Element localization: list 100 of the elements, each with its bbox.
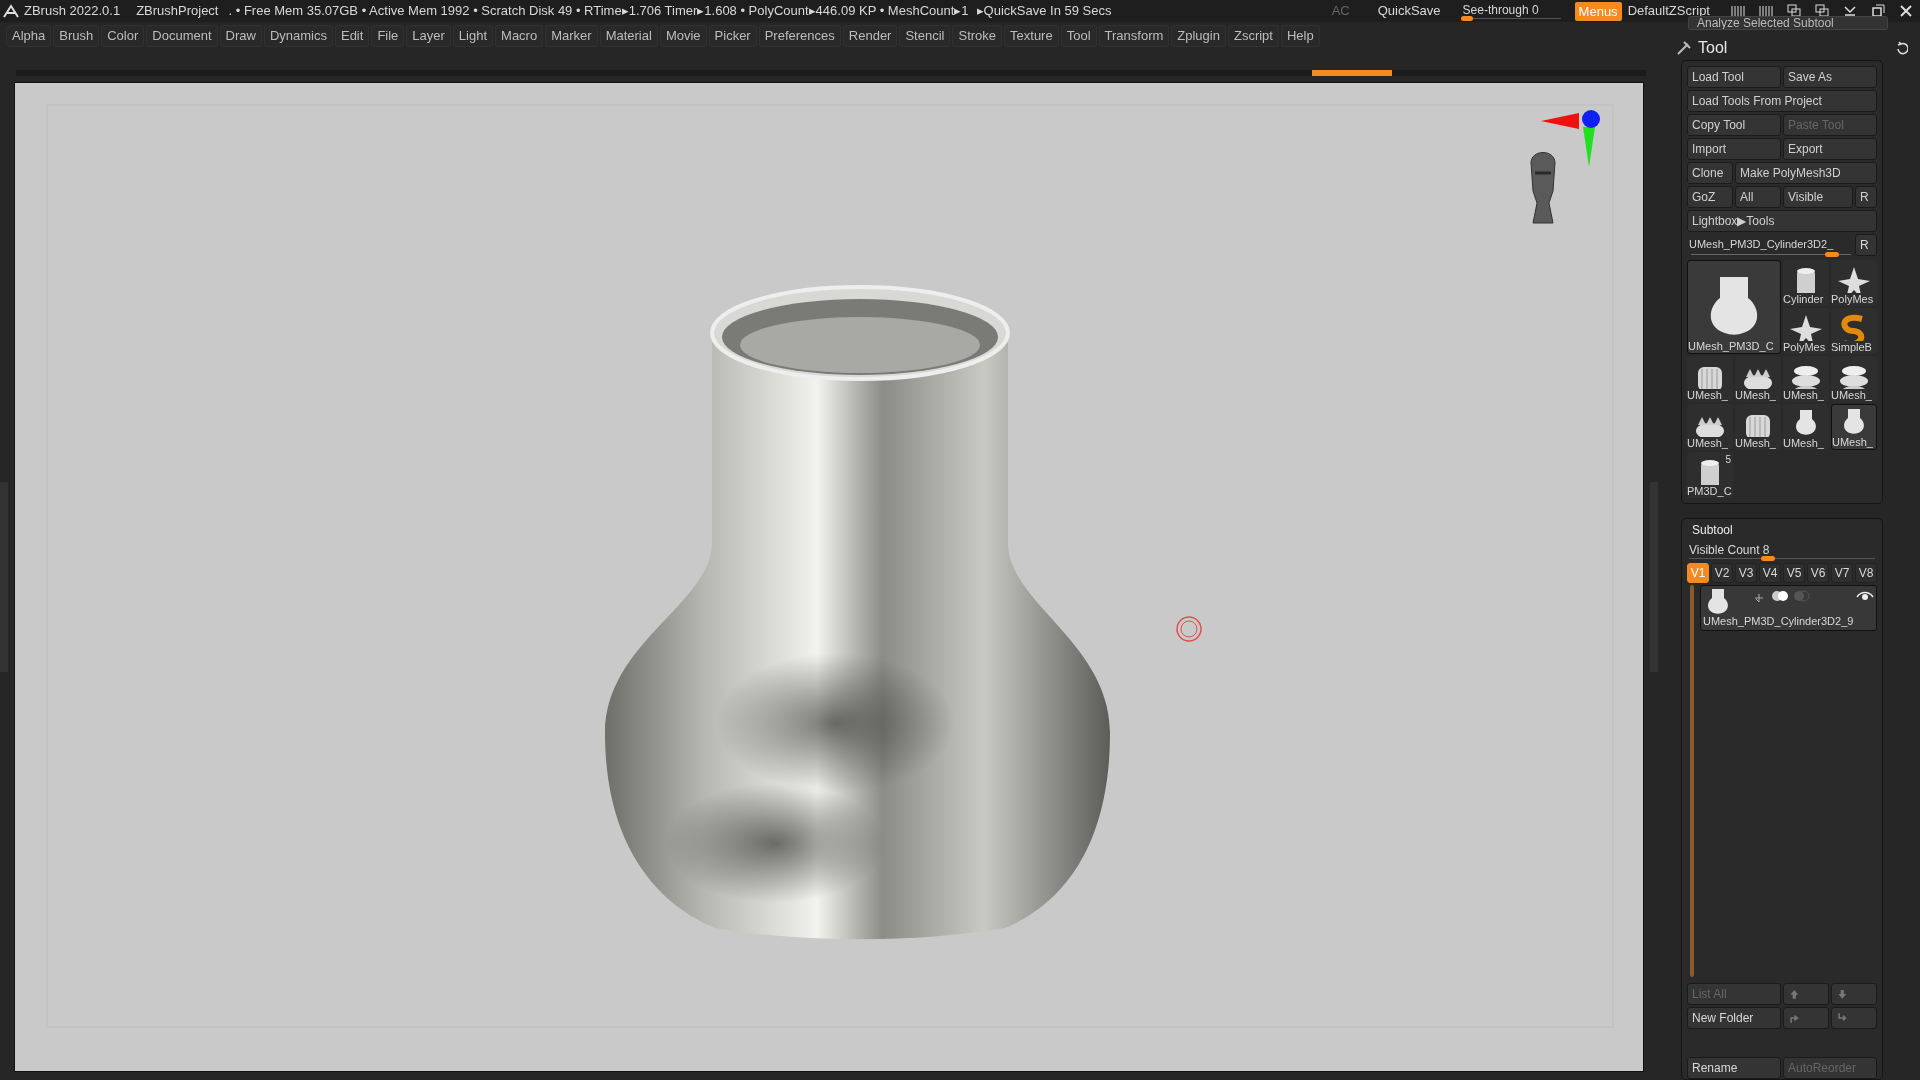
tool-thumbnail[interactable]: Cylinder xyxy=(1783,260,1829,306)
menu-item[interactable]: Brush xyxy=(53,25,100,47)
menu-item[interactable]: Help xyxy=(1280,25,1320,47)
tool-button[interactable]: R xyxy=(1855,186,1877,208)
menu-item[interactable]: Texture xyxy=(1004,25,1059,47)
windows-icon[interactable] xyxy=(1814,3,1830,19)
quicksave-timer: ▸QuickSave In 59 Secs xyxy=(976,2,1112,21)
menu-item[interactable]: Stencil xyxy=(899,25,951,47)
menu-item[interactable]: Zscript xyxy=(1227,25,1279,47)
tool-thumbnail[interactable]: PolyMes xyxy=(1831,260,1877,306)
menu-item[interactable]: File xyxy=(371,25,405,47)
menu-item[interactable]: Material xyxy=(599,25,658,47)
tool-button[interactable]: Clone xyxy=(1687,162,1733,184)
subtool-item[interactable]: UMesh_PM3D_Cylinder3D2_9 xyxy=(1700,585,1877,631)
memory-stats: . • Free Mem 35.07GB • Active Mem 1992 • Scratch Disk 49 • RTime▸1.706 Timer▸1.608 • PolyCount▸446.09 KP • MeshCount▸1 xyxy=(228,2,969,21)
thumbnail-label: Cylinder xyxy=(1783,293,1825,306)
tray-bar[interactable] xyxy=(16,70,1646,76)
tool-thumbnail[interactable]: SimpleB xyxy=(1831,308,1877,354)
rename-button[interactable]: Rename xyxy=(1687,1057,1781,1079)
tool-button[interactable]: GoZ xyxy=(1687,186,1733,208)
thumbnail-label: UMesh_ xyxy=(1783,437,1825,450)
subtool-scrollbar[interactable] xyxy=(1690,585,1694,977)
thumbnail-label: UMesh_ xyxy=(1783,389,1825,402)
menu-item[interactable]: Light xyxy=(452,25,494,47)
toggle-icon[interactable] xyxy=(1771,590,1789,602)
menu-item[interactable]: Picker xyxy=(708,25,757,47)
tool-button[interactable]: Export xyxy=(1783,138,1877,160)
tool-button[interactable]: Load Tool xyxy=(1687,66,1781,88)
thumbnail-label: SimpleB xyxy=(1831,341,1873,354)
move-down-button[interactable] xyxy=(1831,983,1877,1005)
tray-marker[interactable] xyxy=(1312,70,1392,76)
reset-icon[interactable] xyxy=(1894,41,1908,55)
tool-thumbnail[interactable]: UMesh_ xyxy=(1687,356,1733,402)
visible-count-slider[interactable]: Visible Count 8 xyxy=(1687,541,1877,561)
menu-item[interactable]: Color xyxy=(101,25,145,47)
stripes-icon[interactable] xyxy=(1730,3,1746,19)
version-tab[interactable]: V5 xyxy=(1783,563,1805,583)
panel-title: Tool xyxy=(1698,38,1728,58)
version-tab[interactable]: V8 xyxy=(1855,563,1877,583)
menu-item[interactable]: Draw xyxy=(219,25,262,47)
tool-thumbnail[interactable]: UMesh_ xyxy=(1831,404,1877,450)
menu-item[interactable]: Edit xyxy=(334,25,370,47)
menu-item[interactable]: Layer xyxy=(406,25,451,47)
tool-thumbnail[interactable]: UMesh_ xyxy=(1735,356,1781,402)
windows-icon[interactable] xyxy=(1786,3,1802,19)
thumbnail-count: 5 xyxy=(1725,453,1731,467)
tool-thumbnail[interactable]: UMesh_ xyxy=(1783,356,1829,402)
menu-item[interactable]: Document xyxy=(146,25,218,47)
menu-item[interactable]: Tool xyxy=(1060,25,1097,47)
tool-thumbnail[interactable]: UMesh_ xyxy=(1735,404,1781,450)
analyze-subtool-button[interactable]: Analyze Selected Subtool xyxy=(1688,16,1888,30)
subtool-name: UMesh_PM3D_Cylinder3D2_9 xyxy=(1703,613,1854,629)
tool-button[interactable]: Import xyxy=(1687,138,1781,160)
menu-item[interactable]: Macro xyxy=(495,25,544,47)
thumbnail-label: PolyMes xyxy=(1831,293,1875,306)
minimize-icon[interactable] xyxy=(1842,3,1858,19)
tool-thumbnail[interactable]: PolyMes xyxy=(1783,308,1829,354)
eye-icon[interactable] xyxy=(1856,590,1874,602)
menu-item[interactable]: Transform xyxy=(1098,25,1170,47)
see-through-slider[interactable]: See-through 0 xyxy=(1460,1,1561,21)
thumbnail-label: PolyMes xyxy=(1783,341,1827,354)
stripes-icon[interactable] xyxy=(1758,3,1774,19)
menu-item[interactable]: Dynamics xyxy=(263,25,333,47)
menu-item[interactable]: Alpha xyxy=(6,25,52,47)
menu-item[interactable]: Zplugin xyxy=(1171,25,1226,47)
tool-button[interactable]: Copy Tool xyxy=(1687,114,1781,136)
menu-item[interactable]: Render xyxy=(842,25,898,47)
tool-button[interactable]: All xyxy=(1735,186,1781,208)
close-icon[interactable] xyxy=(1898,3,1914,19)
tool-name-slider[interactable]: UMesh_PM3D_Cylinder3D2_ xyxy=(1687,234,1853,256)
version-tab[interactable]: V4 xyxy=(1759,563,1781,583)
menu-item[interactable]: Stroke xyxy=(952,25,1003,47)
tool-thumbnail[interactable]: PM3D_C 5 xyxy=(1687,452,1733,498)
tool-button[interactable]: Save As xyxy=(1783,66,1877,88)
menu-item[interactable]: Preferences xyxy=(758,25,841,47)
tool-thumbnail[interactable]: UMesh_ xyxy=(1687,404,1733,450)
folder-in-button[interactable] xyxy=(1783,1007,1829,1029)
thumbnail-label: UMesh_ xyxy=(1735,389,1777,402)
version-tab[interactable]: V7 xyxy=(1831,563,1853,583)
menu-item[interactable]: Movie xyxy=(659,25,707,47)
version-tab[interactable]: V3 xyxy=(1735,563,1757,583)
tool-button[interactable]: R xyxy=(1855,234,1877,256)
thumbnail-label: UMesh_PM3D_C xyxy=(1688,340,1775,353)
tool-thumbnail[interactable]: UMesh_PM3D_C xyxy=(1687,260,1781,354)
move-up-button[interactable] xyxy=(1783,983,1829,1005)
tool-button[interactable]: Load Tools From Project xyxy=(1687,90,1877,112)
tool-thumbnail[interactable]: UMesh_ xyxy=(1783,404,1829,450)
new-folder-button[interactable]: New Folder xyxy=(1687,1007,1781,1029)
version-tab[interactable]: V2 xyxy=(1711,563,1733,583)
version-tab[interactable]: V6 xyxy=(1807,563,1829,583)
menu-item[interactable]: Marker xyxy=(545,25,598,47)
quicksave-button[interactable]: QuickSave xyxy=(1375,1,1443,21)
tool-button[interactable]: Make PolyMesh3D xyxy=(1735,162,1877,184)
tool-button[interactable]: Lightbox▶Tools xyxy=(1687,210,1877,232)
brush-tool-icon xyxy=(1676,40,1692,56)
tool-button[interactable]: Visible xyxy=(1783,186,1853,208)
toggle-icon[interactable] xyxy=(1793,590,1811,602)
folder-out-button[interactable] xyxy=(1831,1007,1877,1029)
tool-thumbnail[interactable]: UMesh_ xyxy=(1831,356,1877,402)
restore-icon[interactable] xyxy=(1870,3,1886,19)
